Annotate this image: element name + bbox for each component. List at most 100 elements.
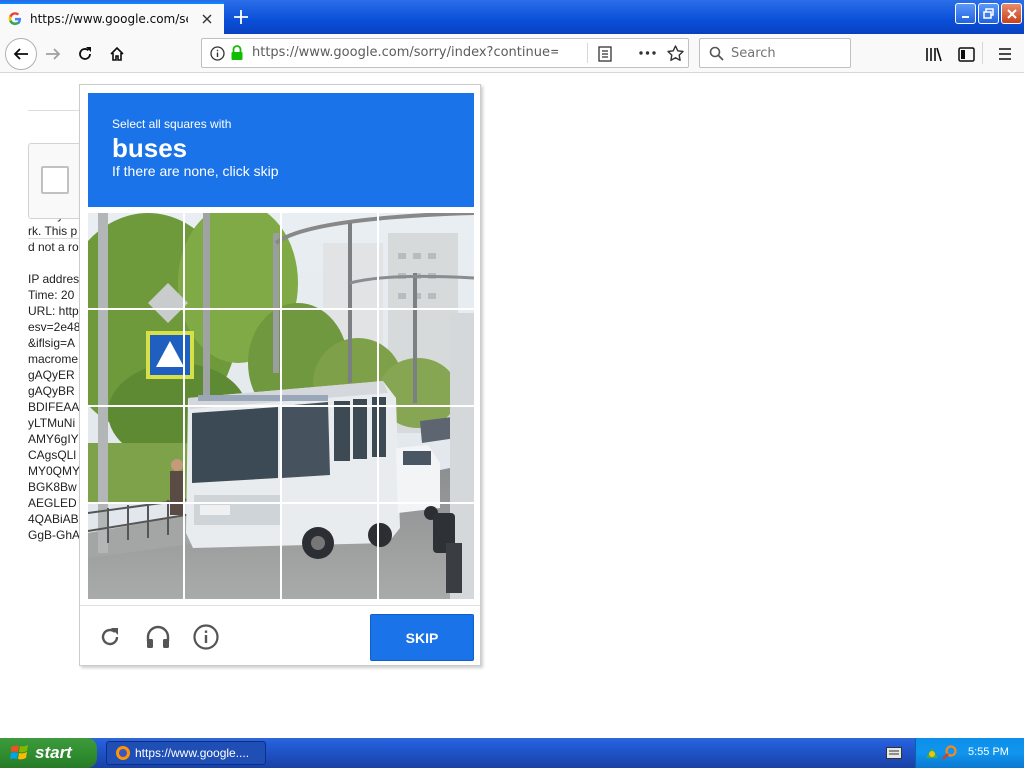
page-text-line: Time: 20 [28,288,75,302]
windows-taskbar: start https://www.google.... 5:55 PM [0,738,1024,768]
plus-icon [234,10,248,24]
captcha-header: Select all squares with buses If there a… [88,93,474,207]
taskbar-window-item[interactable]: https://www.google.... [106,741,266,765]
hamburger-menu-icon [999,48,1011,60]
navigation-toolbar: https://www.google.com/sorry/index?conti… [0,34,1024,73]
help-button[interactable] [191,622,221,652]
page-text-line: GgB-GhA [28,528,81,542]
bookmark-star-icon[interactable] [667,45,684,62]
start-button[interactable]: start [0,738,97,768]
close-window-button[interactable] [1001,3,1022,24]
sidebar-toggle-button[interactable] [951,39,981,69]
firefox-icon [116,746,130,760]
home-button[interactable] [102,39,132,69]
restore-button[interactable] [978,3,999,24]
page-text-line: gAQyBR [28,384,75,398]
search-icon [709,46,724,61]
page-text-line: BGK8Bw [28,480,77,494]
page-text-line: AMY6gIY [28,432,79,446]
grid-tile-16[interactable] [379,504,474,599]
reload-icon [101,628,119,646]
toolbar-separator [982,42,983,64]
reload-button[interactable] [70,39,100,69]
security-search-icon[interactable] [942,745,958,761]
captcha-image-grid [88,213,474,599]
page-text-line: &iflsig=A [28,336,76,350]
tab-close-icon[interactable] [198,10,216,28]
forward-arrow-icon [46,48,61,60]
captcha-footer: SKIP [80,605,480,665]
search-bar[interactable]: Search [699,38,851,68]
system-tray: 5:55 PM [915,738,1024,768]
grid-tile-4[interactable] [379,213,474,309]
grid-tile-15[interactable] [282,504,378,599]
captcha-instruction: Select all squares with [112,117,232,131]
grid-tile-11[interactable] [282,407,378,503]
page-text-line: 4QABiAB [28,512,79,526]
grid-tile-13[interactable] [88,504,184,599]
grid-tile-5[interactable] [88,310,184,406]
sidebar-icon [957,46,975,62]
library-icon [926,47,942,62]
page-text-line: URL: http [28,304,79,318]
restore-icon [983,8,994,19]
page-text-line: rk. This p [28,224,78,238]
tab-title: https://www.google.com/search?q= [30,12,188,26]
keyboard-icon[interactable] [886,747,902,759]
page-text-line: d not a ro [28,240,79,254]
grid-tile-7[interactable] [282,310,378,406]
new-tab-button[interactable] [228,5,254,29]
grid-tile-8[interactable] [379,310,474,406]
page-text-line: yLTMuNi [28,416,76,430]
page-text-line: macrome [28,352,79,366]
window-title-bar: https://www.google.com/search?q= [0,0,1024,34]
headphones-icon [146,625,170,648]
taskbar-window-title: https://www.google.... [135,746,250,760]
forward-button[interactable] [38,39,68,69]
grid-tile-6[interactable] [185,310,281,406]
back-arrow-icon [13,48,28,60]
windows-logo-icon [10,745,28,760]
page-text-line: gAQyER [28,368,75,382]
reload-challenge-button[interactable] [95,622,125,652]
url-text[interactable]: https://www.google.com/sorry/index?conti… [252,45,558,60]
page-text-line: AEGLED [28,496,77,510]
back-button[interactable] [5,38,37,70]
recaptcha-checkbox[interactable] [41,166,69,194]
page-text-line: esv=2e48 [28,320,81,334]
skip-button[interactable]: SKIP [370,614,474,661]
grid-tile-9[interactable] [88,407,184,503]
home-icon [110,46,124,61]
page-text-line: CAgsQLl [28,448,77,462]
close-icon [1006,8,1017,19]
info-icon [193,624,219,650]
more-actions-icon[interactable] [639,51,656,55]
captcha-subtext: If there are none, click skip [112,163,279,179]
network-icon[interactable] [924,745,940,761]
minimize-icon [961,15,969,18]
reader-view-icon[interactable] [598,46,612,62]
address-bar[interactable]: https://www.google.com/sorry/index?conti… [201,38,689,68]
grid-tile-3[interactable] [282,213,378,309]
captcha-target-object: buses [112,133,188,163]
grid-tile-2[interactable] [185,213,281,309]
browser-tab[interactable]: https://www.google.com/search?q= [0,2,224,34]
grid-tile-10[interactable] [185,407,281,503]
info-icon[interactable] [210,46,225,61]
search-placeholder: Search [731,46,776,61]
library-button[interactable] [919,39,949,69]
taskbar-clock: 5:55 PM [968,746,1009,758]
url-separator [587,43,588,63]
google-favicon-icon [8,12,21,25]
grid-tile-14[interactable] [185,504,281,599]
grid-tile-1[interactable] [88,213,184,309]
start-label: start [35,743,72,762]
menu-button[interactable] [990,39,1020,69]
page-text-line: MY0QMY [28,464,81,478]
lock-icon[interactable] [230,45,244,61]
grid-tile-12[interactable] [379,407,474,503]
captcha-challenge-dialog: Select all squares with buses If there a… [79,84,481,666]
minimize-button[interactable] [955,3,976,24]
audio-challenge-button[interactable] [143,622,173,652]
page-text-line: BDIFEAA [28,400,80,414]
